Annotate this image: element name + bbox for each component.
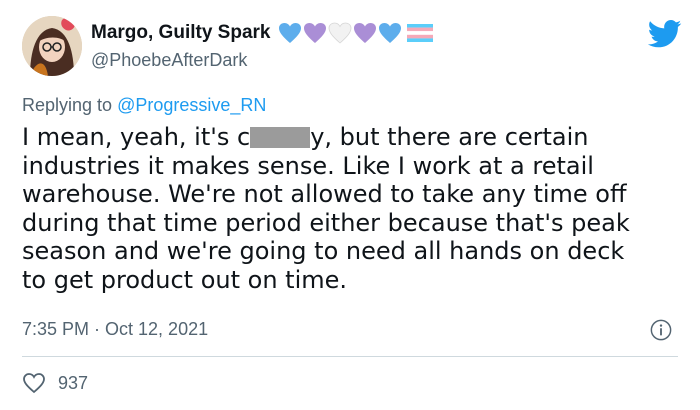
replying-to: Replying to @Progressive_RN	[22, 95, 266, 116]
info-icon[interactable]	[650, 319, 672, 341]
tweet-timestamp[interactable]: 7:35 PM · Oct 12, 2021	[22, 319, 208, 340]
handle[interactable]: @PhoebeAfterDark	[91, 50, 247, 71]
like-count: 937	[58, 372, 89, 393]
divider	[22, 356, 678, 357]
tweet-header: Margo, Guilty Spark @PhoebeAfterDark	[22, 16, 682, 82]
transgender-flag-icon	[407, 24, 434, 42]
twitter-bird-icon[interactable]	[648, 20, 682, 48]
name-row: Margo, Guilty Spark	[91, 20, 434, 46]
display-name[interactable]: Margo, Guilty Spark	[91, 22, 270, 44]
redaction-box	[250, 127, 311, 148]
name-emoji-row	[278, 22, 434, 44]
white-heart-icon	[329, 22, 352, 44]
like-action[interactable]: 937	[22, 372, 88, 394]
tweet-text-start: I mean, yeah, it's c	[22, 123, 251, 151]
purple-heart-icon	[354, 23, 377, 43]
blue-heart-icon	[379, 23, 402, 43]
avatar[interactable]	[22, 16, 82, 76]
blue-heart-icon	[279, 23, 302, 43]
heart-outline-icon[interactable]	[22, 372, 46, 394]
reply-mention-link[interactable]: @Progressive_RN	[117, 95, 266, 115]
tweet-text: I mean, yeah, it's c y, but there are cer…	[22, 123, 682, 294]
purple-heart-icon	[304, 23, 327, 43]
replying-to-label: Replying to	[22, 95, 113, 115]
